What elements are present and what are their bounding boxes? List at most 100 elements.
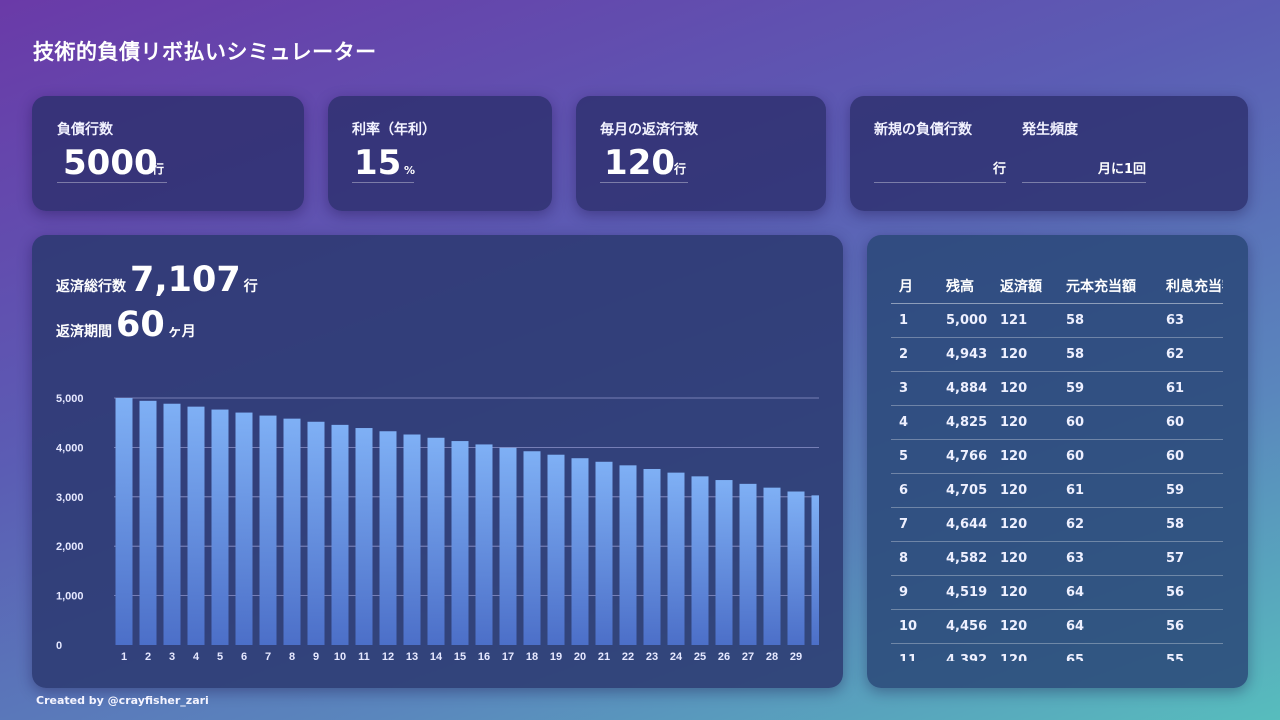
cell-principal: 58 (1058, 337, 1158, 372)
cell-month: 11 (891, 643, 938, 661)
payment-value: 120 (604, 143, 675, 183)
debt-value: 5000 (63, 143, 158, 183)
cell-balance: 4,943 (938, 337, 992, 372)
bar-month-7[interactable] (259, 415, 277, 645)
rate-card: 利率（年利） 15 % (328, 96, 552, 211)
bar-month-3[interactable] (163, 403, 181, 645)
header-interest: 利息充当額 (1158, 261, 1223, 304)
bar-month-18[interactable] (523, 451, 541, 645)
bar-month-29[interactable] (787, 491, 805, 645)
bar-month-16[interactable] (475, 444, 493, 645)
bar-month-22[interactable] (619, 465, 637, 645)
bar-month-6[interactable] (235, 412, 253, 645)
bar-month-25[interactable] (691, 476, 709, 645)
cell-month: 5 (891, 439, 938, 474)
table-row: 2 4,943 120 58 62 (891, 337, 1223, 372)
bar-month-24[interactable] (667, 472, 685, 645)
bar-month-12[interactable] (379, 431, 397, 645)
bar-month-15[interactable] (451, 441, 469, 645)
payment-input[interactable]: 120 行 (600, 146, 688, 183)
bar-month-26[interactable] (715, 480, 733, 645)
cell-month: 3 (891, 371, 938, 406)
x-tick-label: 22 (622, 651, 634, 663)
x-tick-label: 1 (121, 651, 127, 663)
schedule-table-scroll[interactable]: 月 残高 返済額 元本充当額 利息充当額 15,000121586324,943… (891, 261, 1223, 661)
new-debt-input[interactable]: 行 (874, 151, 1006, 183)
cell-principal: 64 (1058, 575, 1158, 610)
bar-month-10[interactable] (331, 424, 349, 645)
x-tick-label: 23 (646, 651, 658, 663)
table-row: 1 5,000 121 58 63 (891, 303, 1223, 338)
cell-interest: 60 (1158, 405, 1223, 440)
bar-month-14[interactable] (427, 437, 445, 645)
header-month: 月 (891, 261, 938, 304)
cell-payment: 120 (992, 371, 1058, 406)
cell-interest: 59 (1158, 473, 1223, 508)
cell-balance: 4,519 (938, 575, 992, 610)
cell-interest: 56 (1158, 609, 1223, 644)
cell-interest: 61 (1158, 371, 1223, 406)
x-tick-label: 6 (241, 651, 247, 663)
frequency-label: 発生頻度 (1022, 122, 1078, 138)
x-tick-label: 18 (526, 651, 538, 663)
cell-principal: 65 (1058, 643, 1158, 661)
cell-payment: 120 (992, 507, 1058, 542)
table-row: 5 4,766 120 60 60 (891, 439, 1223, 474)
cell-payment: 120 (992, 405, 1058, 440)
debt-input[interactable]: 5000 行 (57, 146, 167, 183)
table-row: 8 4,582 120 63 57 (891, 541, 1223, 576)
bar-month-11[interactable] (355, 428, 373, 645)
cell-interest: 60 (1158, 439, 1223, 474)
bar-month-20[interactable] (571, 458, 589, 645)
cell-balance: 5,000 (938, 303, 992, 338)
bar-month-19[interactable] (547, 454, 565, 645)
x-tick-label: 10 (334, 651, 346, 663)
cell-interest: 55 (1158, 643, 1223, 661)
x-tick-label: 5 (217, 651, 223, 663)
bar-month-28[interactable] (763, 487, 781, 645)
cell-principal: 63 (1058, 541, 1158, 576)
cell-payment: 120 (992, 609, 1058, 644)
x-tick-label: 3 (169, 651, 175, 663)
rate-input[interactable]: 15 % (352, 146, 416, 183)
x-tick-label: 24 (670, 651, 683, 663)
cell-principal: 64 (1058, 609, 1158, 644)
bar-month-8[interactable] (283, 418, 301, 645)
bar-month-23[interactable] (643, 468, 661, 645)
x-tick-label: 27 (742, 651, 754, 663)
bar-month-5[interactable] (211, 409, 229, 645)
x-tick-label: 15 (454, 651, 466, 663)
x-tick-label: 14 (430, 651, 443, 663)
cell-interest: 58 (1158, 507, 1223, 542)
bar-month-21[interactable] (595, 461, 613, 645)
header-principal: 元本充当額 (1058, 261, 1158, 304)
x-tick-label: 21 (598, 651, 610, 663)
bar-month-9[interactable] (307, 421, 325, 645)
bar-month-17[interactable] (499, 447, 517, 645)
debt-label: 負債行数 (57, 122, 113, 138)
schedule-table: 月 残高 返済額 元本充当額 利息充当額 15,000121586324,943… (891, 261, 1223, 661)
cell-month: 6 (891, 473, 938, 508)
y-tick-label: 2,000 (56, 541, 84, 553)
rate-unit: % (404, 164, 416, 177)
table-row: 10 4,456 120 64 56 (891, 609, 1223, 644)
new-debt-card: 新規の負債行数 発生頻度 行 月に1回 (850, 96, 1248, 211)
bar-month-4[interactable] (187, 406, 205, 645)
x-tick-label: 28 (766, 651, 778, 663)
bar-month-13[interactable] (403, 434, 421, 645)
credit-text: Created by @crayfisher_zari (36, 694, 209, 707)
header-payment: 返済額 (992, 261, 1058, 304)
cell-balance: 4,825 (938, 405, 992, 440)
cell-month: 9 (891, 575, 938, 610)
frequency-select[interactable]: 月に1回 (1022, 151, 1146, 183)
bar-month-3[interactable] (811, 495, 829, 645)
cell-month: 10 (891, 609, 938, 644)
table-row: 11 4,392 120 65 55 (891, 643, 1223, 661)
y-tick-label: 0 (56, 640, 62, 652)
payment-card: 毎月の返済行数 120 行 (576, 96, 826, 211)
y-tick-label: 5,000 (56, 393, 84, 405)
cell-principal: 59 (1058, 371, 1158, 406)
bar-month-27[interactable] (739, 483, 757, 645)
bar-month-1[interactable] (115, 398, 133, 645)
bar-month-2[interactable] (139, 400, 157, 645)
